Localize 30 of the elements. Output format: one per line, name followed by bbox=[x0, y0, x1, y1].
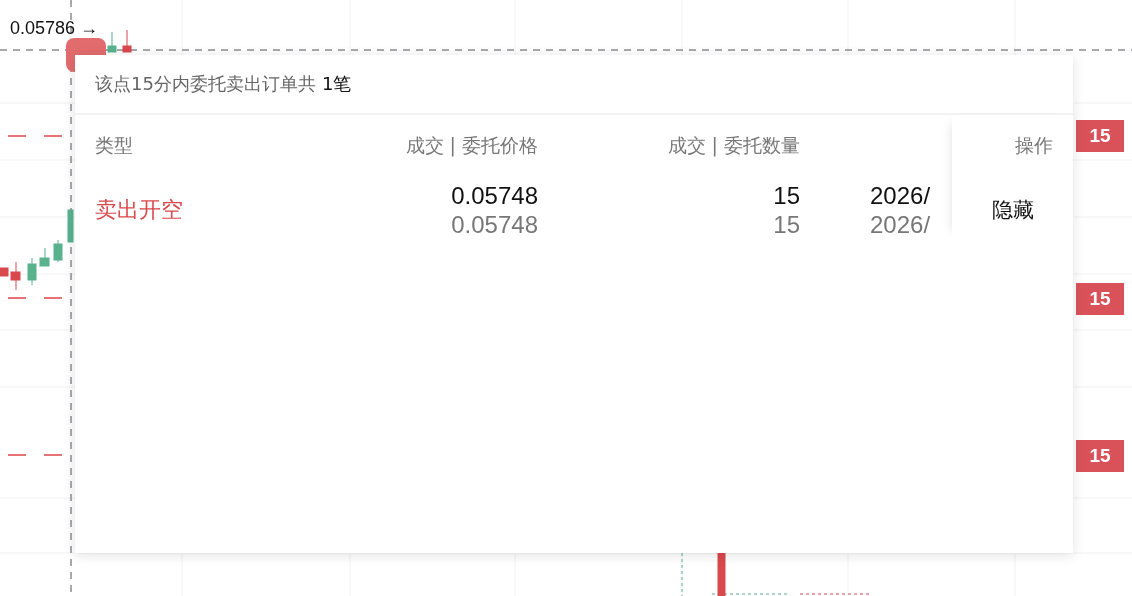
filled-time: 2026/ bbox=[870, 181, 932, 210]
order-quantity: 15 bbox=[773, 210, 800, 239]
order-count: 1笔 bbox=[321, 72, 352, 96]
quantity-tag: 15 bbox=[1076, 283, 1124, 315]
popup-title: 该点15分内委托卖出订单共 bbox=[95, 72, 316, 96]
order-line bbox=[7, 454, 63, 456]
candle bbox=[53, 239, 63, 263]
candle bbox=[717, 552, 726, 596]
guide-line bbox=[681, 552, 683, 596]
column-header: 类型 bbox=[95, 133, 134, 157]
order-type: 卖出开空 bbox=[95, 196, 184, 224]
guide-line bbox=[799, 593, 871, 595]
column-header: 成交 | 委托数量 bbox=[667, 133, 800, 157]
candle bbox=[39, 247, 50, 267]
quantity-tag: 15 bbox=[1076, 440, 1124, 472]
filled-quantity: 15 bbox=[773, 181, 800, 210]
candle bbox=[27, 257, 37, 286]
column-header: 操作 bbox=[1015, 133, 1054, 157]
order-line bbox=[7, 135, 63, 137]
column-header: 成交 | 委托价格 bbox=[405, 133, 538, 157]
order-line bbox=[7, 297, 63, 299]
quantity-tag: 15 bbox=[1076, 120, 1124, 152]
price-label: 0.05786 → bbox=[10, 18, 99, 39]
hide-button[interactable]: 隐藏 bbox=[987, 194, 1038, 226]
candle bbox=[107, 31, 117, 53]
order-price: 0.05748 bbox=[451, 210, 538, 239]
order-time: 2026/ bbox=[870, 210, 932, 239]
candle bbox=[122, 29, 132, 53]
candle bbox=[67, 209, 74, 243]
filled-price: 0.05748 bbox=[451, 181, 538, 210]
